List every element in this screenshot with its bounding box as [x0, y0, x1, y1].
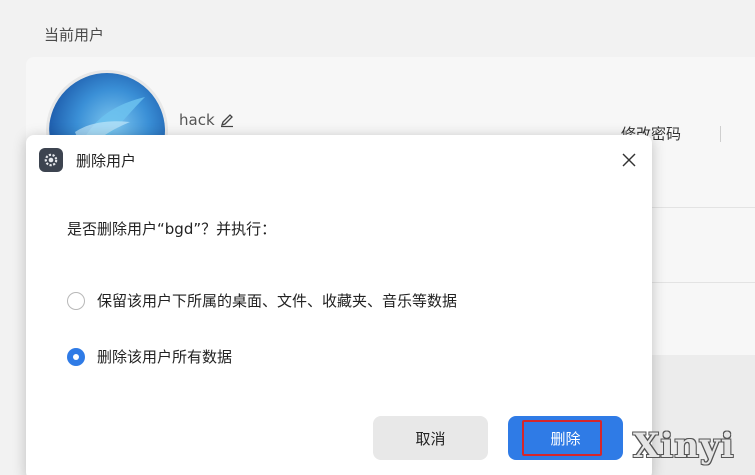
- option-delete-data[interactable]: 删除该用户所有数据: [67, 346, 232, 367]
- option-label: 保留该用户下所属的桌面、文件、收藏夹、音乐等数据: [97, 292, 458, 310]
- dialog-question: 是否删除用户“bgd”？并执行：: [67, 220, 277, 238]
- dialog-title: 删除用户: [76, 152, 137, 170]
- separator: [720, 126, 721, 142]
- radio-button[interactable]: [67, 291, 85, 310]
- settings-app-icon: [39, 148, 63, 172]
- option-keep-data[interactable]: 保留该用户下所属的桌面、文件、收藏夹、音乐等数据: [67, 290, 457, 311]
- username-label: hack: [179, 111, 215, 129]
- edit-icon[interactable]: [219, 112, 235, 128]
- cancel-label: 取消: [415, 429, 446, 448]
- watermark: Xinyi: [633, 426, 735, 466]
- highlight-box: [522, 420, 602, 456]
- delete-button[interactable]: 删除: [508, 416, 623, 460]
- cancel-button[interactable]: 取消: [373, 416, 488, 460]
- section-title: 当前用户: [44, 26, 105, 44]
- radio-button-checked[interactable]: [67, 347, 85, 366]
- username: hack: [179, 111, 235, 129]
- option-label: 删除该用户所有数据: [97, 348, 233, 366]
- delete-user-dialog: 删除用户 是否删除用户“bgd”？并执行： 保留该用户下所属的桌面、文件、收藏夹…: [26, 135, 652, 475]
- close-icon[interactable]: [618, 149, 640, 171]
